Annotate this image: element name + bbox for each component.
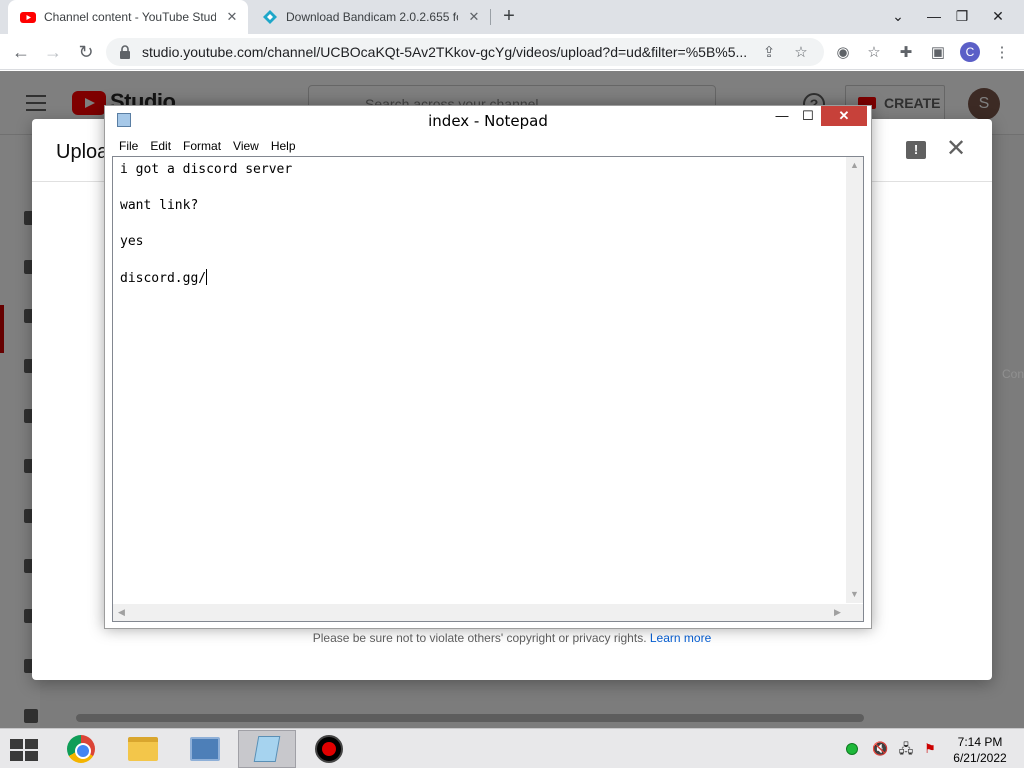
tab-title: Channel content - YouTube Studio: [44, 10, 216, 24]
notepad-menubar: File Edit Format View Help: [105, 136, 871, 156]
tab-youtube-studio[interactable]: Channel content - YouTube Studio ✕: [8, 0, 248, 34]
notepad-title: index - Notepad: [428, 112, 548, 130]
address-bar[interactable]: studio.youtube.com/channel/UCBOcaKQt-5Av…: [106, 38, 824, 66]
dialog-side-hint: Con: [1002, 367, 1024, 381]
taskbar-notepad[interactable]: [238, 730, 296, 768]
url-text[interactable]: studio.youtube.com/channel/UCBOcaKQt-5Av…: [142, 44, 762, 60]
new-tab-button[interactable]: +: [497, 6, 521, 28]
copyright-notice: Please be sure not to violate others' co…: [32, 631, 992, 645]
notepad-content[interactable]: i got a discord server want link? yes di…: [120, 161, 840, 288]
send-feedback-icon[interactable]: !: [906, 141, 926, 159]
notepad-close-button[interactable]: ✕: [821, 106, 867, 126]
extension-icon[interactable]: ◉: [833, 43, 853, 63]
tab-title: Download Bandicam 2.0.2.655 for: [286, 10, 458, 24]
notepad-text-area[interactable]: i got a discord server want link? yes di…: [112, 156, 864, 622]
scroll-right-arrow-icon[interactable]: ▶: [829, 604, 846, 621]
notepad-horizontal-scrollbar[interactable]: ◀ ▶: [113, 604, 846, 621]
taskbar-bandicam[interactable]: [300, 730, 358, 768]
back-button[interactable]: ←: [8, 39, 34, 65]
file-explorer-icon: [128, 737, 158, 761]
more-menu-icon[interactable]: ⋮: [992, 43, 1012, 63]
forward-button[interactable]: →: [40, 39, 66, 65]
tab-separator: [490, 9, 491, 25]
notepad-titlebar[interactable]: index - Notepad — ☐ ✕: [105, 106, 871, 134]
bandicam-icon: [315, 735, 343, 763]
notepad-vertical-scrollbar[interactable]: ▲ ▼: [846, 157, 863, 603]
windows-start-icon[interactable]: [10, 739, 38, 761]
browser-toolbar: ← → ↻ studio.youtube.com/channel/UCBOcaK…: [0, 34, 1024, 70]
menu-help[interactable]: Help: [265, 136, 302, 156]
taskbar-file-explorer[interactable]: [114, 730, 172, 768]
text-line: [120, 251, 840, 269]
close-dialog-icon[interactable]: ✕: [944, 137, 968, 161]
close-tab-icon[interactable]: ✕: [224, 9, 240, 25]
notepad-window: index - Notepad — ☐ ✕ File Edit Format V…: [104, 105, 872, 629]
text-line: yes: [120, 234, 144, 249]
taskbar-computer[interactable]: [176, 730, 234, 768]
text-line: i got a discord server: [120, 162, 293, 177]
menu-format[interactable]: Format: [177, 136, 227, 156]
clock-time: 7:14 PM: [957, 735, 1003, 749]
chrome-icon: [67, 735, 95, 763]
notepad-minimize-button[interactable]: —: [769, 106, 795, 126]
taskbar-chrome[interactable]: [52, 730, 110, 768]
puzzle-extensions-icon[interactable]: ✚: [896, 43, 916, 63]
system-clock[interactable]: 7:14 PM 6/21/2022: [944, 734, 1016, 766]
notice-text: Please be sure not to violate others' co…: [312, 631, 647, 645]
bandicam-icon: [263, 10, 277, 24]
notepad-maximize-button[interactable]: ☐: [795, 106, 821, 126]
text-line: [120, 179, 840, 197]
tab-search-chevron-icon[interactable]: ⌄: [880, 0, 916, 34]
browser-tab-strip: Channel content - YouTube Studio ✕ Downl…: [0, 0, 1024, 34]
reload-button[interactable]: ↻: [73, 39, 99, 65]
menu-file[interactable]: File: [113, 136, 144, 156]
lock-icon: [120, 45, 130, 59]
network-icon[interactable]: 🖧: [898, 741, 914, 757]
learn-more-link[interactable]: Learn more: [650, 631, 711, 645]
close-tab-icon[interactable]: ✕: [466, 9, 482, 25]
windows-taskbar: 🔇 🖧 ⚑ 7:14 PM 6/21/2022: [0, 728, 1024, 768]
bandicam-status-icon[interactable]: [846, 743, 858, 755]
text-line: want link?: [120, 198, 199, 213]
text-line: [120, 215, 840, 233]
close-window-button[interactable]: ✕: [980, 0, 1016, 34]
menu-view[interactable]: View: [227, 136, 265, 156]
text-line: discord.gg/: [120, 271, 207, 286]
scroll-left-arrow-icon[interactable]: ◀: [113, 604, 130, 621]
scroll-down-arrow-icon[interactable]: ▼: [846, 586, 863, 603]
resize-grip-icon[interactable]: [846, 604, 863, 621]
notepad-icon: [253, 736, 281, 762]
bookmark-star-icon[interactable]: ☆: [864, 43, 884, 63]
profile-avatar[interactable]: C: [960, 42, 980, 62]
menu-edit[interactable]: Edit: [144, 136, 177, 156]
restore-window-button[interactable]: ❐: [944, 0, 980, 34]
tab-bandicam[interactable]: Download Bandicam 2.0.2.655 for ✕: [250, 0, 490, 34]
scroll-up-arrow-icon[interactable]: ▲: [846, 157, 863, 174]
share-icon[interactable]: ⇪: [760, 44, 778, 62]
text-caret: [206, 269, 208, 285]
volume-muted-icon[interactable]: 🔇: [872, 741, 888, 757]
computer-icon: [190, 737, 220, 761]
clock-date: 6/21/2022: [953, 751, 1007, 765]
bookmark-star-icon[interactable]: ☆: [792, 44, 810, 62]
action-center-icon[interactable]: ⚑: [922, 741, 938, 757]
youtube-icon: [20, 12, 36, 23]
side-panel-icon[interactable]: ▣: [928, 43, 948, 63]
